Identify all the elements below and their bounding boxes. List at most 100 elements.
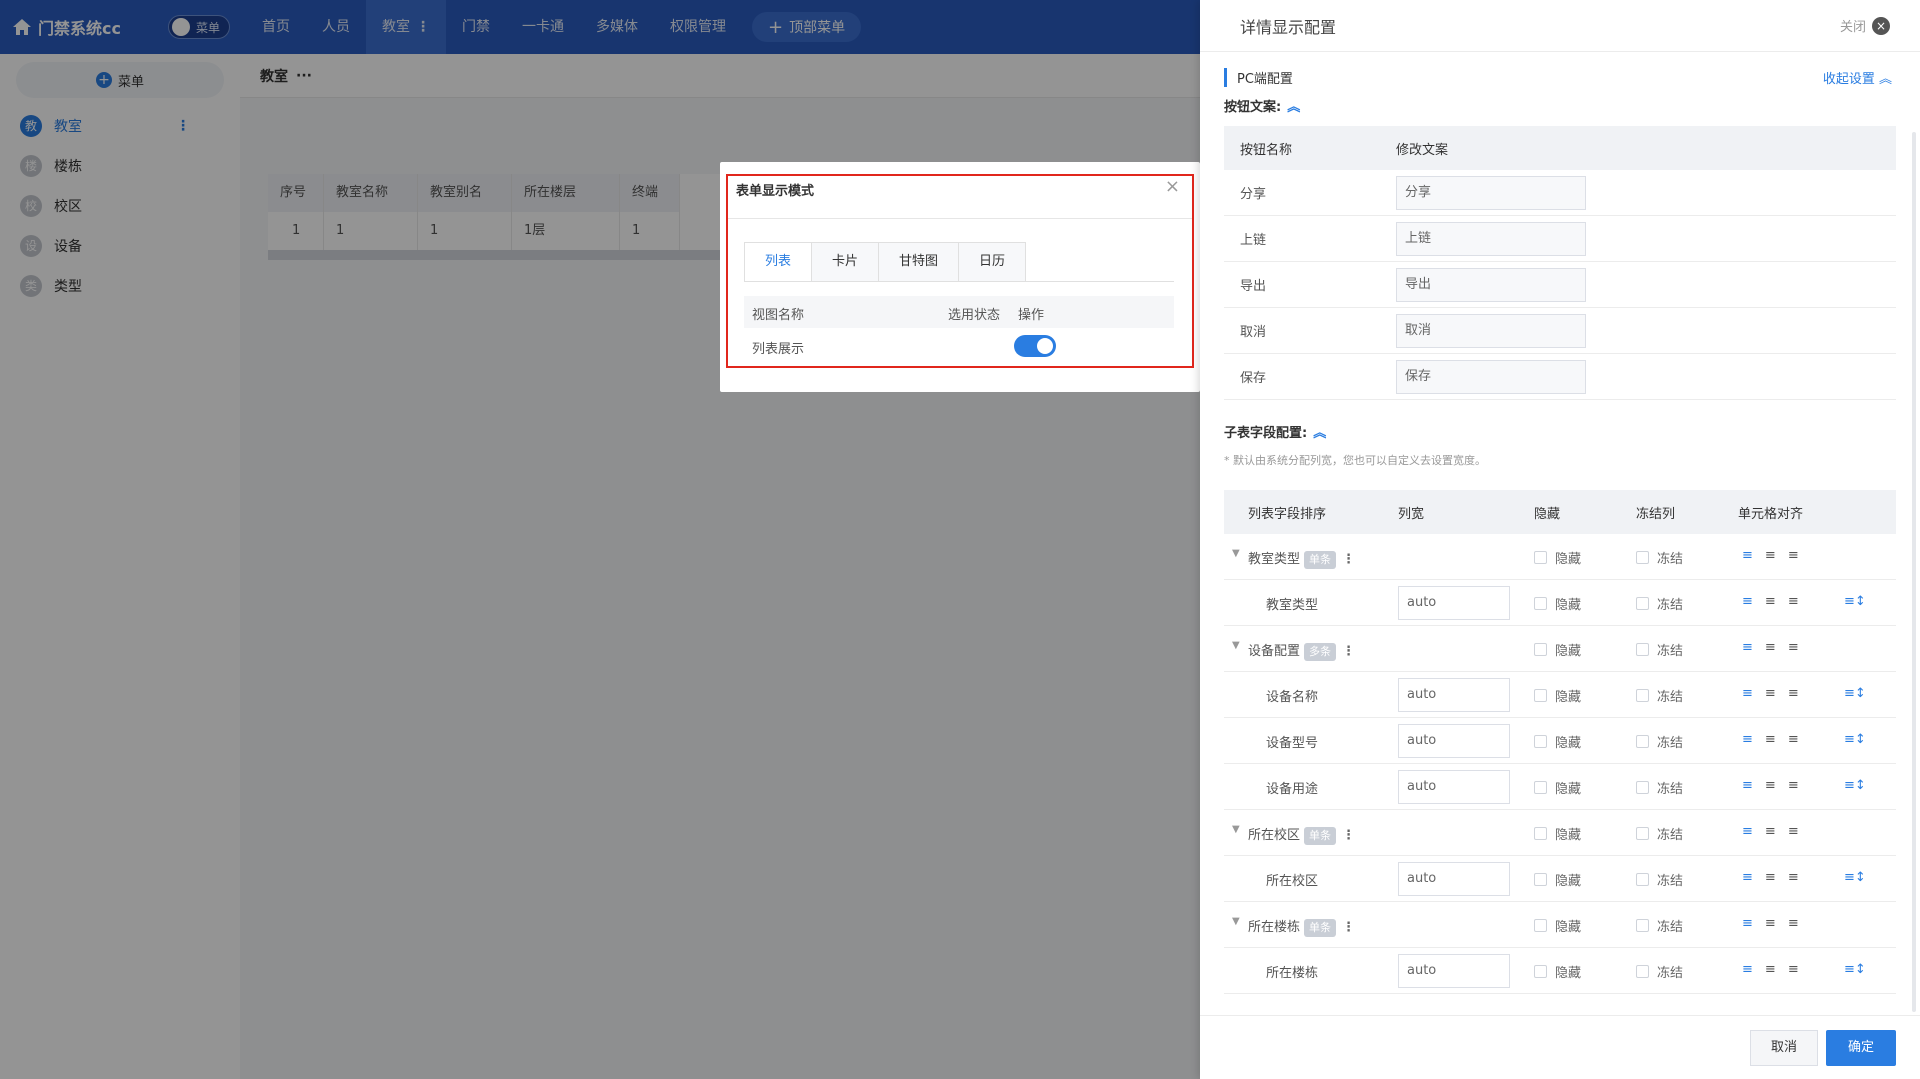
field-group-row: ▼ 所在校区 单条 ⋮ 隐藏 冻结 ≡ ≡ ≡ (1224, 810, 1896, 856)
align-right-icon[interactable]: ≡ (1788, 778, 1799, 793)
align-center-icon[interactable]: ≡ (1765, 732, 1776, 747)
hide-checkbox[interactable]: 隐藏 (1534, 778, 1581, 797)
sort-handle-icon[interactable]: ≡↕ (1844, 778, 1866, 793)
hide-checkbox[interactable]: 隐藏 (1534, 870, 1581, 889)
checkbox-box (1534, 965, 1547, 978)
align-left-icon[interactable]: ≡ (1742, 916, 1753, 931)
freeze-checkbox[interactable]: 冻结 (1636, 778, 1683, 797)
chevron-up-icon[interactable]: ︽ (1313, 426, 1326, 441)
sort-handle-icon[interactable]: ≡↕ (1844, 686, 1866, 701)
freeze-checkbox[interactable]: 冻结 (1636, 686, 1683, 705)
sort-handle-icon[interactable]: ≡↕ (1844, 870, 1866, 885)
align-left-icon[interactable]: ≡ (1742, 824, 1753, 839)
sort-handle-icon[interactable]: ≡↕ (1844, 594, 1866, 609)
view-tab[interactable]: 日历 (959, 243, 1026, 281)
field-name-text: 设备型号 (1266, 736, 1319, 751)
button-name: 分享 (1240, 187, 1267, 202)
align-center-icon[interactable]: ≡ (1765, 594, 1776, 609)
align-left-icon[interactable]: ≡ (1742, 640, 1753, 655)
align-center-icon[interactable]: ≡ (1765, 962, 1776, 977)
view-table-header: 视图名称 选用状态 操作 (744, 296, 1174, 328)
align-left-icon[interactable]: ≡ (1742, 870, 1753, 885)
align-left-icon[interactable]: ≡ (1742, 686, 1753, 701)
align-center-icon[interactable]: ≡ (1765, 548, 1776, 563)
checkbox-box (1534, 643, 1547, 656)
field-row: 设备用途 auto 隐藏 冻结 ≡ ≡ ≡ ≡↕ (1224, 764, 1896, 810)
hide-checkbox[interactable]: 隐藏 (1534, 732, 1581, 751)
hide-checkbox[interactable]: 隐藏 (1534, 686, 1581, 705)
freeze-checkbox[interactable]: 冻结 (1636, 548, 1683, 567)
align-center-icon[interactable]: ≡ (1765, 824, 1776, 839)
chevron-up-icon[interactable]: ︽ (1287, 100, 1300, 115)
collapse-settings-link[interactable]: 收起设置 ︽ (1823, 68, 1892, 87)
more-vertical-icon[interactable]: ⋮ (1342, 644, 1355, 659)
vertical-scrollbar[interactable] (1912, 132, 1916, 1012)
more-vertical-icon[interactable]: ⋮ (1342, 552, 1355, 567)
column-width-input[interactable]: auto (1398, 862, 1510, 896)
freeze-checkbox[interactable]: 冻结 (1636, 640, 1683, 659)
sort-handle-icon[interactable]: ≡↕ (1844, 962, 1866, 977)
cancel-button[interactable]: 取消 (1750, 1030, 1818, 1066)
hide-checkbox[interactable]: 隐藏 (1534, 824, 1581, 843)
enable-switch[interactable] (1014, 335, 1056, 357)
freeze-checkbox[interactable]: 冻结 (1636, 916, 1683, 935)
align-center-icon[interactable]: ≡ (1765, 916, 1776, 931)
align-right-icon[interactable]: ≡ (1788, 870, 1799, 885)
column-width-input[interactable]: auto (1398, 724, 1510, 758)
align-right-icon[interactable]: ≡ (1788, 732, 1799, 747)
align-left-icon[interactable]: ≡ (1742, 548, 1753, 563)
align-left-icon[interactable]: ≡ (1742, 732, 1753, 747)
caret-down-icon[interactable]: ▼ (1232, 640, 1240, 651)
close-icon[interactable]: × (1165, 176, 1180, 197)
column-width-input[interactable]: auto (1398, 586, 1510, 620)
freeze-checkbox[interactable]: 冻结 (1636, 824, 1683, 843)
freeze-checkbox[interactable]: 冻结 (1636, 732, 1683, 751)
hide-checkbox[interactable]: 隐藏 (1534, 962, 1581, 981)
align-center-icon[interactable]: ≡ (1765, 640, 1776, 655)
freeze-checkbox[interactable]: 冻结 (1636, 870, 1683, 889)
button-text-input[interactable]: 分享 (1396, 175, 1586, 210)
view-tab[interactable]: 甘特图 (879, 243, 960, 281)
align-left-icon[interactable]: ≡ (1742, 778, 1753, 793)
caret-down-icon[interactable]: ▼ (1232, 916, 1240, 927)
column-width-input[interactable]: auto (1398, 770, 1510, 804)
more-vertical-icon[interactable]: ⋮ (1342, 828, 1355, 843)
align-center-icon[interactable]: ≡ (1765, 870, 1776, 885)
align-right-icon[interactable]: ≡ (1788, 594, 1799, 609)
column-width-input[interactable]: auto (1398, 678, 1510, 712)
more-vertical-icon[interactable]: ⋮ (1342, 920, 1355, 935)
align-right-icon[interactable]: ≡ (1788, 640, 1799, 655)
button-text-input[interactable]: 取消 (1396, 313, 1586, 348)
align-right-icon[interactable]: ≡ (1788, 686, 1799, 701)
drawer-close-button[interactable]: 关闭 × (1840, 16, 1890, 35)
freeze-label: 冻结 (1657, 552, 1684, 567)
button-text-input[interactable]: 导出 (1396, 267, 1586, 302)
hide-checkbox[interactable]: 隐藏 (1534, 548, 1581, 567)
checkbox-box (1534, 735, 1547, 748)
view-tab[interactable]: 卡片 (812, 243, 880, 281)
align-center-icon[interactable]: ≡ (1765, 778, 1776, 793)
confirm-button[interactable]: 确定 (1826, 1030, 1896, 1066)
align-right-icon[interactable]: ≡ (1788, 548, 1799, 563)
hide-label: 隐藏 (1555, 920, 1582, 935)
hide-label: 隐藏 (1555, 828, 1582, 843)
align-right-icon[interactable]: ≡ (1788, 916, 1799, 931)
view-tab[interactable]: 列表 (745, 243, 813, 281)
sort-handle-icon[interactable]: ≡↕ (1844, 732, 1866, 747)
align-right-icon[interactable]: ≡ (1788, 824, 1799, 839)
align-left-icon[interactable]: ≡ (1742, 594, 1753, 609)
caret-down-icon[interactable]: ▼ (1232, 548, 1240, 559)
button-text-input[interactable]: 上链 (1396, 221, 1586, 256)
freeze-checkbox[interactable]: 冻结 (1636, 962, 1683, 981)
button-text-input[interactable]: 保存 (1396, 359, 1586, 394)
hide-checkbox[interactable]: 隐藏 (1534, 640, 1581, 659)
button-table-header: 按钮名称 修改文案 (1224, 126, 1896, 170)
caret-down-icon[interactable]: ▼ (1232, 824, 1240, 835)
align-center-icon[interactable]: ≡ (1765, 686, 1776, 701)
hide-checkbox[interactable]: 隐藏 (1534, 594, 1581, 613)
hide-checkbox[interactable]: 隐藏 (1534, 916, 1581, 935)
column-width-input[interactable]: auto (1398, 954, 1510, 988)
align-left-icon[interactable]: ≡ (1742, 962, 1753, 977)
freeze-checkbox[interactable]: 冻结 (1636, 594, 1683, 613)
align-right-icon[interactable]: ≡ (1788, 962, 1799, 977)
